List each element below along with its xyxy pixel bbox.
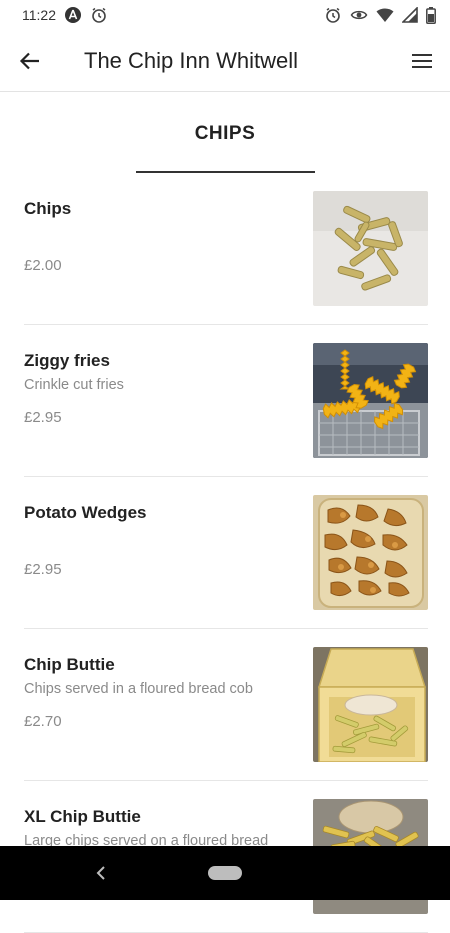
item-price: £2.95 — [24, 409, 62, 426]
potato-wedges-photo-icon — [313, 495, 428, 610]
item-name: XL Chip Buttie — [24, 807, 141, 826]
menu-item-list: Chips £2.00 Ziggy fries Crinkle cut frie… — [0, 173, 450, 933]
menu-item[interactable]: Ziggy fries Crinkle cut fries £2.95 — [0, 325, 450, 477]
app-notification-icon — [64, 6, 82, 24]
chevron-left-icon — [96, 866, 105, 880]
arrow-back-icon — [19, 52, 39, 70]
status-time: 11:22 — [22, 7, 56, 23]
item-price: £2.70 — [24, 713, 62, 730]
category-title: CHIPS — [194, 123, 256, 144]
signal-icon — [402, 7, 418, 23]
alarm-icon — [90, 6, 108, 24]
chips-photo-icon — [313, 191, 428, 306]
hamburger-menu-icon — [412, 54, 432, 68]
nav-home-button[interactable] — [208, 866, 242, 880]
item-name: Potato Wedges — [24, 503, 147, 522]
menu-item[interactable]: Chip Buttie Chips served in a floured br… — [0, 629, 450, 781]
wifi-icon — [376, 7, 394, 23]
item-name: Chips — [24, 199, 72, 218]
category-tab-chips[interactable]: CHIPS — [0, 93, 450, 173]
menu-item[interactable]: Potato Wedges £2.95 — [0, 477, 450, 629]
menu-item[interactable]: Chips £2.00 — [0, 173, 450, 325]
item-description: Crinkle cut fries — [24, 377, 124, 393]
item-name: Ziggy fries — [24, 351, 110, 370]
status-bar: 11:22 — [0, 0, 450, 30]
alarm-icon — [324, 6, 342, 24]
crinkle-fries-photo-icon — [313, 343, 428, 458]
battery-icon — [426, 6, 436, 24]
item-price: £2.00 — [24, 257, 62, 274]
nav-back-button[interactable] — [92, 863, 110, 883]
page-title: The Chip Inn Whitwell — [84, 48, 298, 73]
item-description: Chips served in a floured bread cob — [24, 681, 253, 697]
menu-button[interactable] — [406, 45, 438, 77]
system-nav-bar — [0, 846, 450, 900]
item-name: Chip Buttie — [24, 655, 115, 674]
eye-icon — [350, 6, 368, 24]
back-button[interactable] — [14, 45, 46, 77]
item-price: £2.95 — [24, 561, 62, 578]
app-bar: The Chip Inn Whitwell — [0, 30, 450, 92]
chip-buttie-photo-icon — [313, 647, 428, 762]
